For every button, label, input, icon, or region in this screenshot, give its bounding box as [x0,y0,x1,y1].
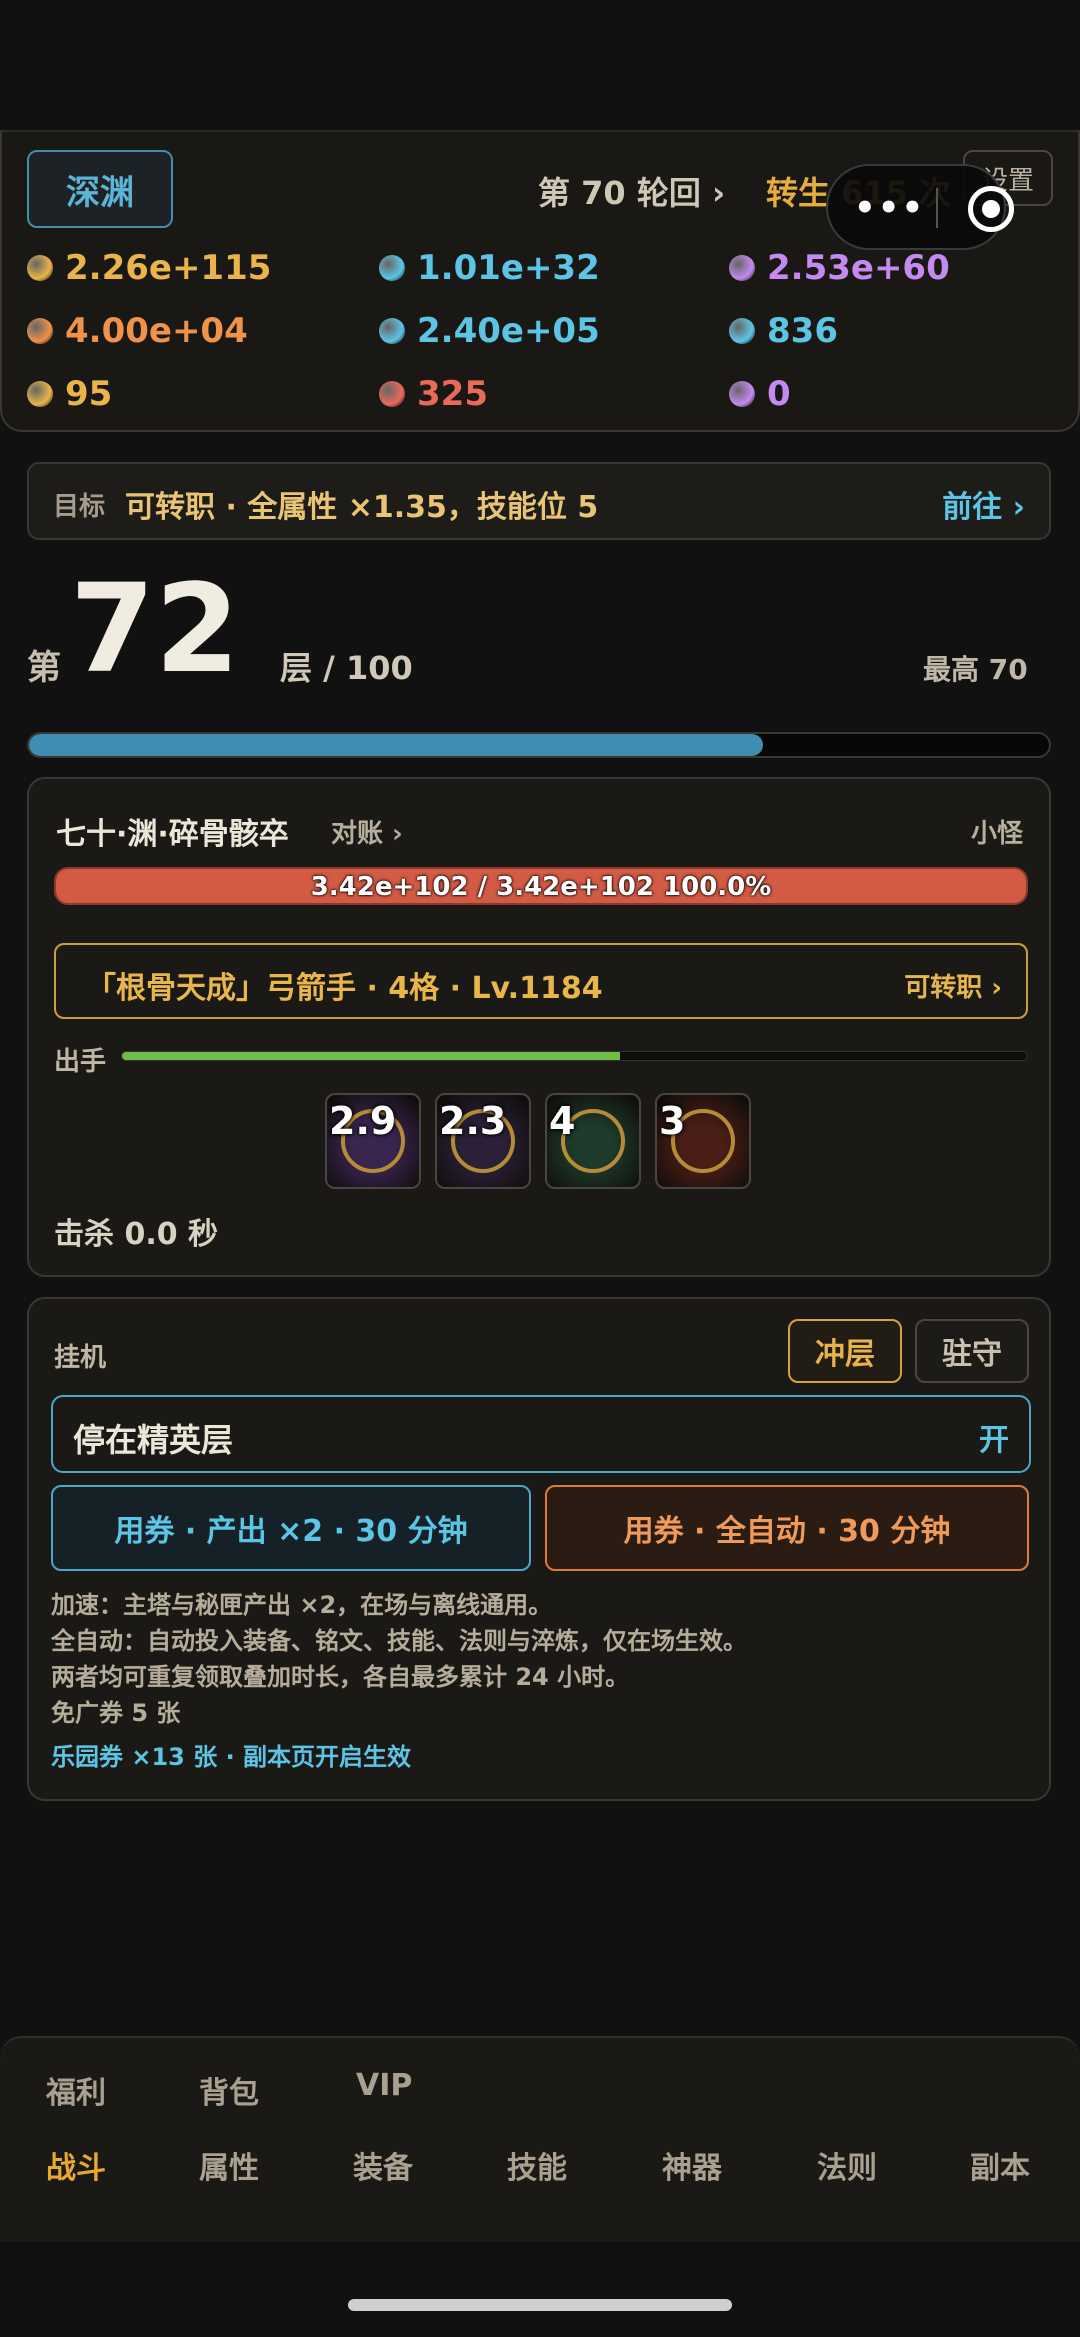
dark-orb-skill-icon[interactable]: 2.3 [435,1093,531,1189]
nav-item[interactable]: 装备 [353,2143,413,2187]
gold-coin-icon [27,255,53,281]
nav-item[interactable]: VIP [356,2068,412,2103]
skill-cooldown: 4 [549,1099,576,1143]
resource-value: 95 [65,374,113,414]
bottom-nav: 福利 背包 VIP 战斗 属性 装备 技能 神器 法则 副本 [0,2036,1080,2242]
speed-ticket-button[interactable]: 用券 · 产出 ×2 · 30 分钟 [51,1485,531,1571]
resource-item: 2.53e+60 [729,244,950,292]
attack-progress-fill [122,1052,620,1060]
resource-value: 0 [767,374,791,414]
purple-orb-icon [729,255,755,281]
stop-elite-state: 开 [979,1423,1009,1458]
enemy-hp-bar: 3.42e+102 / 3.42e+102 100.0% [54,867,1028,905]
battle-panel: 七十·渊·碎骨骸卒 对账 › 小怪 3.42e+102 / 3.42e+102 … [27,777,1051,1277]
enemy-link[interactable]: 对账 › [331,813,403,850]
skill-bar: 2.9 2.3 4 3 [325,1093,751,1189]
ticket-icon [27,381,53,407]
kill-time: 击杀 0.0 秒 [54,1217,219,1252]
info-line: 加速：主塔与秘匣产出 ×2，在场与离线通用。 [51,1591,553,1619]
enemy-name: 七十·渊·碎骨骸卒 [56,817,289,852]
goal-go-button[interactable]: 前往 › [942,482,1025,526]
resource-value: 2.53e+60 [767,248,950,288]
floor-progress-bar [27,732,1051,758]
hero-info: 「根骨天成」弓箭手 · 4格 · Lv.1184 [86,971,603,1006]
green-wind-skill-icon[interactable]: 4 [545,1093,641,1189]
hero-job-change-link[interactable]: 可转职 › [904,967,1002,1004]
violet-orb-icon [729,381,755,407]
skill-cooldown: 2.3 [439,1099,507,1143]
floor-number: 72 [70,558,240,700]
nav-item[interactable]: 副本 [970,2143,1030,2187]
resource-item: 0 [729,370,791,418]
resource-item: 836 [729,307,838,355]
hero-card[interactable]: 「根骨天成」弓箭手 · 4格 · Lv.1184 可转职 › [54,943,1028,1019]
miniprogram-capsule: ••• [826,164,1014,250]
resource-value: 325 [417,374,488,414]
resource-value: 2.26e+115 [65,248,272,288]
floor-prefix: 第 [27,648,61,688]
close-target-icon[interactable] [968,186,1014,232]
idle-panel: 挂机 冲层 驻守 停在精英层 开 用券 · 产出 ×2 · 30 分钟 用券 ·… [27,1297,1051,1801]
resource-item: 95 [27,370,112,418]
stop-at-elite-toggle[interactable]: 停在精英层 开 [51,1395,1031,1473]
goal-text: 可转职 · 全属性 ×1.35，技能位 5 [125,490,599,525]
nav-item[interactable]: 法则 [817,2143,877,2187]
red-shell-icon [729,318,755,344]
attack-label: 出手 [54,1047,107,1077]
resource-item: 4.00e+04 [27,307,248,355]
nav-item[interactable]: 福利 [46,2068,106,2112]
resource-value: 4.00e+04 [65,311,248,351]
auto-ticket-button[interactable]: 用券 · 全自动 · 30 分钟 [545,1485,1029,1571]
stop-elite-label: 停在精英层 [73,1421,234,1459]
floor-max: 最高 70 [923,653,1028,686]
red-crystal-icon [379,381,405,407]
idle-title: 挂机 [54,1343,107,1373]
enemy-type: 小怪 [970,819,1023,849]
enemy-hp-text: 3.42e+102 / 3.42e+102 100.0% [310,872,772,902]
resource-item: 2.26e+115 [27,244,271,292]
info-line: 两者均可重复领取叠加时长，各自最多累计 24 小时。 [51,1663,630,1691]
nav-item[interactable]: 背包 [199,2068,259,2112]
orange-pumpkin-icon [27,318,53,344]
voucher-info: 乐园券 ×13 张 · 副本页开启生效 [51,1743,412,1771]
info-line: 全自动：自动投入装备、铭文、技能、法则与淬炼，仅在场生效。 [51,1627,747,1655]
blue-gem-icon [379,255,405,281]
mode-stay-button[interactable]: 驻守 [915,1319,1029,1383]
resource-item: 325 [379,370,488,418]
mode-rush-button[interactable]: 冲层 [788,1319,902,1383]
resource-item: 2.40e+05 [379,307,600,355]
fire-slash-skill-icon[interactable]: 3 [655,1093,751,1189]
bottle-icon [379,318,405,344]
resource-value: 836 [767,311,838,351]
ad-free-ticket-count: 免广券 5 张 [51,1699,181,1727]
purple-vortex-skill-icon[interactable]: 2.9 [325,1093,421,1189]
skill-cooldown: 2.9 [329,1099,397,1143]
goal-label: 目标 [53,492,106,522]
more-icon[interactable]: ••• [854,188,925,228]
resource-item: 1.01e+32 [379,244,600,292]
floor-progress-fill [29,734,764,756]
floor-total: 层 / 100 [280,649,413,687]
nav-item[interactable]: 神器 [662,2143,722,2187]
nav-item[interactable]: 战斗 [46,2143,106,2187]
attack-progress-bar [121,1051,1028,1061]
nav-item[interactable]: 技能 [507,2143,567,2187]
capsule-divider [936,188,938,228]
goal-bar[interactable]: 目标 可转职 · 全属性 ×1.35，技能位 5 前往 › [27,462,1051,540]
skill-cooldown: 3 [659,1099,686,1143]
resource-value: 2.40e+05 [417,311,600,351]
round-link[interactable]: 第 70 轮回 › [538,168,725,214]
resource-value: 1.01e+32 [417,248,600,288]
home-indicator [348,2299,732,2311]
realm-button[interactable]: 深渊 [27,150,173,228]
nav-item[interactable]: 属性 [199,2143,259,2187]
